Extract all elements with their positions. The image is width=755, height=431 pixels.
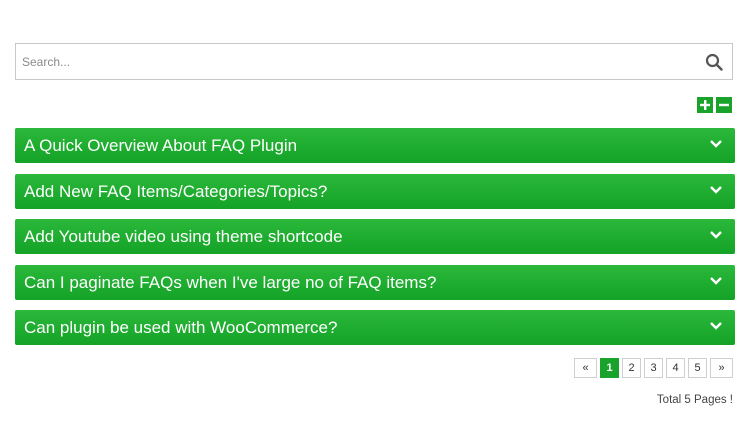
faq-item-title: Add Youtube video using theme shortcode [24,227,343,246]
chevron-down-icon [710,276,722,285]
expand-all-button[interactable] [697,97,713,113]
pagination: « 1 2 3 4 5 » [574,358,733,378]
page-button-5[interactable]: 5 [688,358,707,378]
faq-item[interactable]: Can I paginate FAQs when I've large no o… [15,264,735,300]
page-button-1[interactable]: 1 [600,358,619,378]
faq-item-title: Can I paginate FAQs when I've large no o… [24,272,437,292]
page-button-3[interactable]: 3 [644,358,663,378]
chevron-down-icon [710,140,722,148]
chevron-down-icon [710,185,722,194]
faq-item[interactable]: Can plugin be used with WooCommerce? [15,310,735,345]
next-page-button[interactable]: » [710,358,733,378]
total-pages-label: Total 5 Pages ! [656,394,733,406]
faq-item[interactable]: Add New FAQ Items/Categories/Topics? [15,173,735,209]
search-input[interactable] [16,44,696,79]
minus-icon [719,103,729,107]
plus-icon [700,100,710,110]
page-button-2[interactable]: 2 [622,358,641,378]
chevron-down-icon [710,231,722,239]
prev-page-button[interactable]: « [574,358,597,378]
expand-collapse-toggles [697,97,732,113]
faq-item-title: A Quick Overview About FAQ Plugin [24,136,298,155]
faq-item-title: Add New FAQ Items/Categories/Topics? [24,181,328,201]
search-icon[interactable] [705,53,723,71]
collapse-all-button[interactable] [716,97,732,113]
faq-list: A Quick Overview About FAQ Plugin Add Ne… [15,128,735,356]
chevron-down-icon [710,322,722,330]
faq-item[interactable]: A Quick Overview About FAQ Plugin [15,128,735,163]
page-button-4[interactable]: 4 [666,358,685,378]
faq-item[interactable]: Add Youtube video using theme shortcode [15,219,735,254]
faq-item-title: Can plugin be used with WooCommerce? [24,318,338,337]
search-box [15,43,733,80]
